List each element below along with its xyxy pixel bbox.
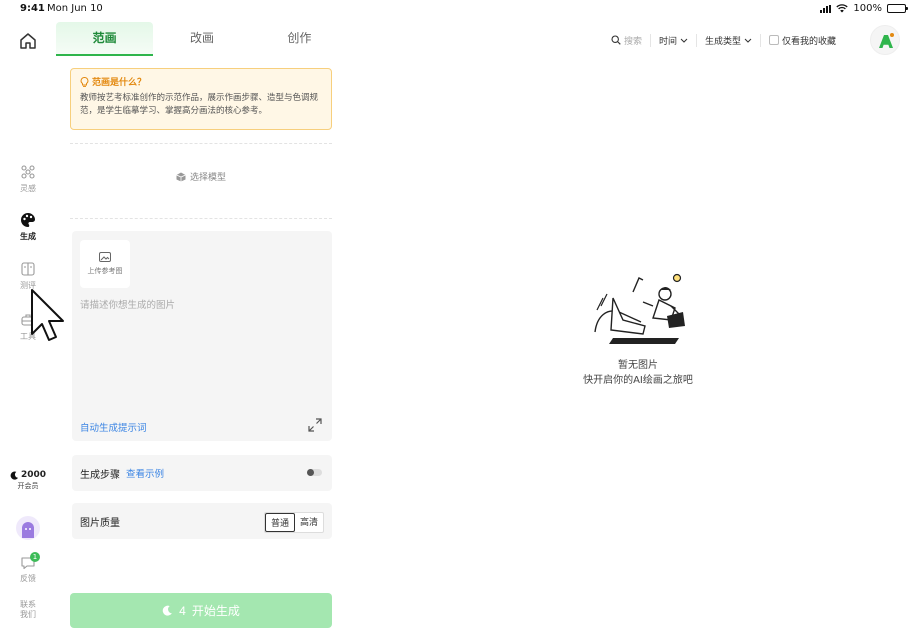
start-generate-label: 开始生成 <box>191 604 240 618</box>
status-date: Mon Jun 10 <box>47 3 103 14</box>
credits-value: 2000 <box>20 470 47 480</box>
search-icon <box>611 35 621 45</box>
search-placeholder: 搜索 <box>624 36 643 47</box>
generation-steps-row: 生成步骤 查看示例 <box>72 455 332 491</box>
prompt-input[interactable] <box>80 297 324 397</box>
generate-cost: 4 <box>179 603 186 618</box>
sidebar-item-label: 生成 <box>20 232 36 241</box>
info-text: 教师按艺考标准创作的示范作品，展示作画步骤、造型与色调规范，是学生临摹学习、掌握… <box>80 93 319 116</box>
search-field[interactable]: 搜索 <box>603 34 650 47</box>
status-bar: 9:41 Mon Jun 10 100% <box>0 0 916 18</box>
chevron-down-icon <box>680 38 688 43</box>
ghost-avatar-icon <box>22 522 34 538</box>
chevron-down-icon <box>744 38 752 43</box>
lightbulb-icon <box>80 76 89 87</box>
feedback-button[interactable]: 1 反馈 <box>8 552 48 584</box>
quality-selector: 普通 高清 <box>263 512 324 533</box>
brand-avatar-icon <box>879 33 894 48</box>
upload-reference-label: 上传参考图 <box>87 267 123 275</box>
divider <box>70 218 332 219</box>
vip-label: 开会员 <box>17 482 39 490</box>
battery-percent: 100% <box>853 3 882 14</box>
divider <box>70 143 332 144</box>
model-select-button[interactable]: 选择模型 <box>70 170 332 183</box>
image-quality-label: 图片质量 <box>80 517 120 529</box>
expand-icon[interactable] <box>308 418 322 432</box>
info-title: 范画是什么？ <box>92 78 147 88</box>
favorites-only-checkbox[interactable]: 仅看我的收藏 <box>760 33 844 47</box>
start-generate-button[interactable]: 4 开始生成 <box>70 593 332 628</box>
moon-icon <box>162 605 173 616</box>
sidebar-item-generate[interactable]: 生成 <box>4 212 52 242</box>
credits-vip[interactable]: 2000 开会员 <box>8 470 48 491</box>
user-avatar[interactable] <box>870 25 900 55</box>
empty-title: 暂无图片 <box>618 360 658 371</box>
notification-badge: 1 <box>30 552 40 562</box>
wifi-icon <box>836 4 849 13</box>
status-indicators: 100% <box>820 3 908 14</box>
mode-tabs: 范画 改画 创作 <box>56 22 348 56</box>
quality-option-hd[interactable]: 高清 <box>295 513 323 532</box>
sidebar-item-inspiration[interactable]: 灵感 <box>4 164 52 194</box>
tab-create[interactable]: 创作 <box>251 22 348 56</box>
signal-icon <box>820 4 832 13</box>
auto-generate-prompt-link[interactable]: 自动生成提示词 <box>80 420 147 434</box>
evaluate-icon <box>21 262 35 276</box>
mouse-cursor-icon <box>31 289 64 341</box>
time-filter-dropdown[interactable]: 时间 <box>650 33 696 47</box>
status-time: 9:41 <box>20 3 45 14</box>
home-icon[interactable] <box>18 31 38 51</box>
feedback-label: 反馈 <box>20 574 36 583</box>
generation-steps-toggle[interactable] <box>307 469 322 476</box>
upload-reference-button[interactable]: 上传参考图 <box>80 240 130 288</box>
image-upload-icon <box>99 252 111 262</box>
sidebar-item-evaluate[interactable]: 测评 <box>4 261 52 291</box>
info-notice: 范画是什么？ 教师按艺考标准创作的示范作品，展示作画步骤、造型与色调规范，是学生… <box>70 68 332 130</box>
empty-subtitle: 快开启你的AI绘画之旅吧 <box>583 375 693 386</box>
cube-icon <box>176 172 186 181</box>
moon-icon <box>10 471 19 480</box>
contact-us-button[interactable]: 联系 我们 <box>8 600 48 620</box>
generation-steps-label: 生成步骤 <box>80 469 120 481</box>
quality-option-normal[interactable]: 普通 <box>264 513 295 532</box>
relaxing-person-illustration <box>594 273 685 344</box>
gallery-filters: 搜索 时间 生成类型 仅看我的收藏 <box>603 30 844 50</box>
image-quality-row: 图片质量 普通 高清 <box>72 503 332 539</box>
battery-icon <box>887 4 908 13</box>
tab-demo[interactable]: 范画 <box>56 22 154 56</box>
palette-icon <box>21 213 35 227</box>
model-select-label: 选择模型 <box>189 173 226 183</box>
type-filter-dropdown[interactable]: 生成类型 <box>696 33 760 47</box>
tab-revise[interactable]: 改画 <box>153 22 250 56</box>
view-example-link[interactable]: 查看示例 <box>126 466 164 480</box>
checkbox-box <box>769 35 780 45</box>
avatar[interactable] <box>16 516 40 540</box>
empty-state: 暂无图片 快开启你的AI绘画之旅吧 <box>560 268 716 388</box>
prompt-panel: 上传参考图 自动生成提示词 <box>72 231 332 441</box>
sidebar-item-label: 灵感 <box>20 184 36 193</box>
inspiration-icon <box>21 165 35 179</box>
